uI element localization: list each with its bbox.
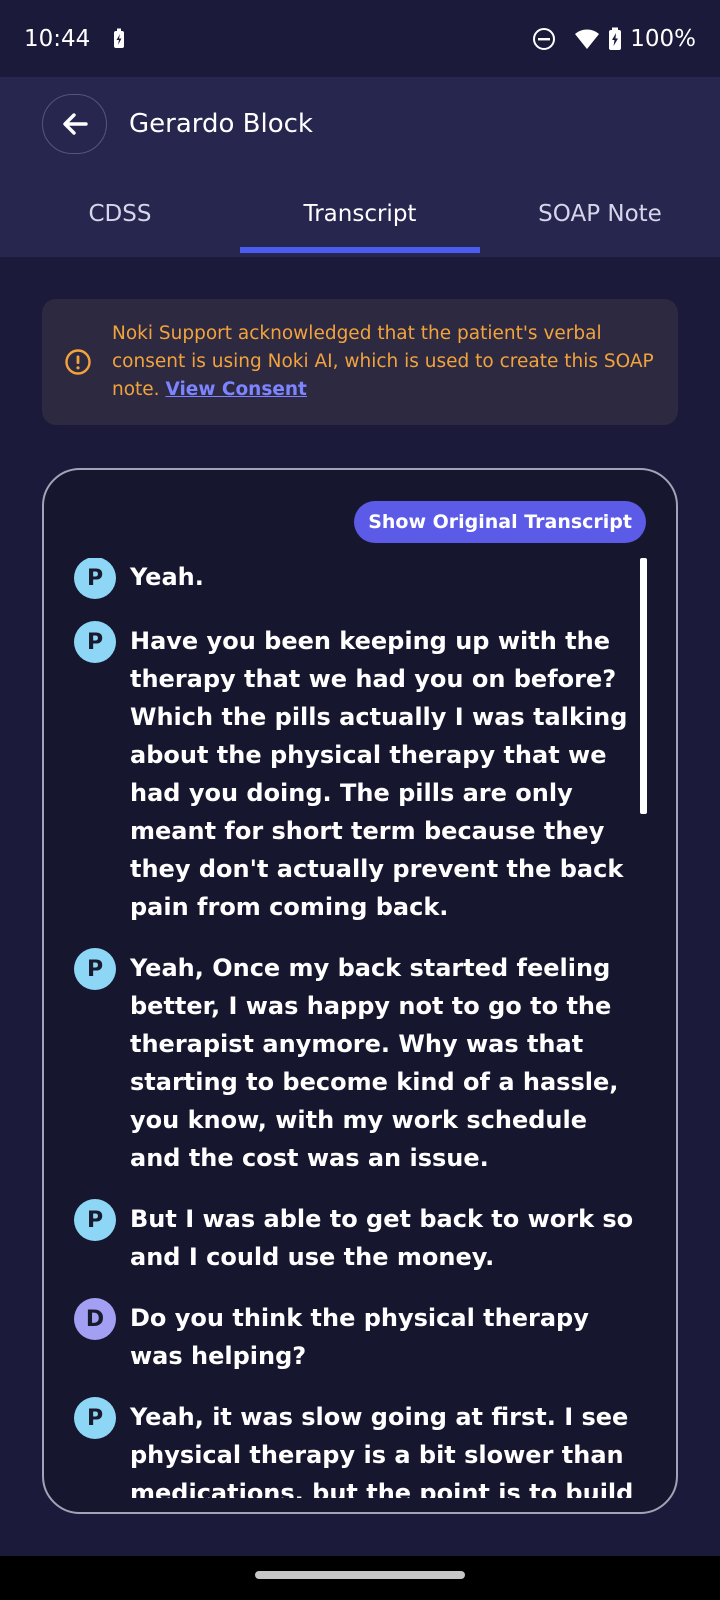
info-icon — [64, 348, 92, 376]
message-text: Yeah, it was slow going at first. I see … — [130, 1403, 634, 1498]
view-consent-link[interactable]: View Consent — [165, 379, 306, 400]
transcript-card: Show Original Transcript P Yeah. P Have … — [42, 468, 678, 1514]
tab-transcript[interactable]: Transcript — [240, 195, 480, 257]
home-gesture-handle[interactable] — [255, 1571, 465, 1579]
battery-saver-icon — [112, 28, 126, 50]
status-bar: 10:44 100% — [0, 0, 720, 77]
arrow-left-icon — [62, 112, 88, 136]
message-text: Have you been keeping up with the therap… — [130, 627, 628, 921]
speaker-avatar-patient: P — [74, 948, 116, 990]
status-time: 10:44 — [24, 25, 91, 52]
do-not-disturb-icon — [532, 27, 556, 51]
transcript-list[interactable]: P Yeah. P Have you been keeping up with … — [74, 558, 644, 1498]
back-button[interactable] — [42, 94, 107, 154]
transcript-message: P Yeah. — [74, 558, 644, 599]
consent-banner: Noki Support acknowledged that the patie… — [42, 299, 678, 425]
patient-name-title: Gerardo Block — [129, 109, 313, 139]
battery-charging-icon — [608, 27, 622, 51]
show-original-transcript-button[interactable]: Show Original Transcript — [354, 501, 646, 543]
consent-message: Noki Support acknowledged that the patie… — [112, 320, 658, 404]
app-header: Gerardo Block CDSS Transcript SOAP Note — [0, 77, 720, 257]
message-text: Do you think the physical therapy was he… — [130, 1304, 589, 1370]
transcript-message: D Do you think the physical therapy was … — [74, 1298, 644, 1375]
wifi-icon — [574, 28, 600, 50]
speaker-avatar-patient: P — [74, 1199, 116, 1241]
tab-bar: CDSS Transcript SOAP Note — [0, 195, 720, 257]
speaker-avatar-patient: P — [74, 621, 116, 663]
message-text: Yeah. — [130, 563, 204, 591]
message-text: Yeah, Once my back started feeling bette… — [130, 954, 619, 1172]
transcript-message: P Have you been keeping up with the ther… — [74, 621, 644, 926]
tab-soap-note[interactable]: SOAP Note — [480, 195, 720, 257]
speaker-avatar-patient: P — [74, 558, 116, 599]
transcript-message: P Yeah, Once my back started feeling bet… — [74, 948, 644, 1177]
system-navigation-bar — [0, 1556, 720, 1600]
transcript-message: P Yeah, it was slow going at first. I se… — [74, 1397, 644, 1498]
tab-cdss[interactable]: CDSS — [0, 195, 240, 257]
message-text: But I was able to get back to work so an… — [130, 1205, 634, 1271]
speaker-avatar-patient: P — [74, 1397, 116, 1439]
transcript-message: P But I was able to get back to work so … — [74, 1199, 644, 1276]
battery-percentage: 100% — [630, 25, 696, 52]
speaker-avatar-doctor: D — [74, 1298, 116, 1340]
